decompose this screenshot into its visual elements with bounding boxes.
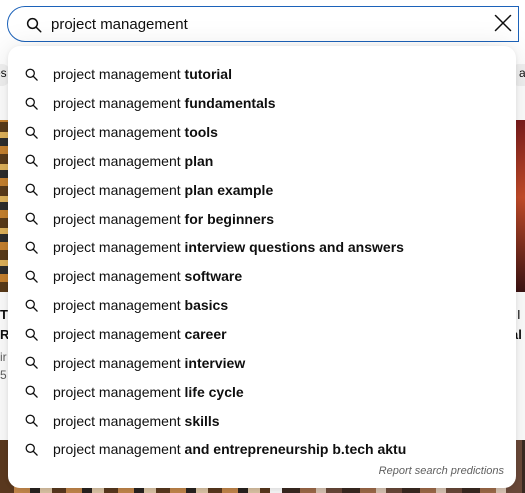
suggestion-item[interactable]: project management fundamentals [8,89,516,118]
suggestion-item[interactable]: project management plan [8,147,516,176]
suggestion-query: project management [53,66,181,83]
suggestion-item[interactable]: project management for beginners [8,204,516,233]
suggestion-query: project management [53,239,181,256]
suggestion-item[interactable]: project management basics [8,291,516,320]
search-icon [24,240,39,255]
suggestion-query: project management [53,326,181,343]
search-icon [24,67,39,82]
suggestion-text: project management plan example [53,182,273,198]
suggestion-text: project management fundamentals [53,95,276,111]
suggestion-completion: skills [184,412,220,429]
search-icon [24,269,39,284]
suggestion-completion: interview [184,354,246,371]
search-icon [24,211,39,226]
suggestion-item[interactable]: project management tutorial [8,60,516,89]
suggestion-query: project management [53,268,181,285]
video-meta-fragment: 5 [0,368,7,382]
suggestion-query: project management [53,383,181,400]
suggestion-text: project management interview questions a… [53,239,404,255]
video-thumbnail[interactable] [515,120,525,292]
search-box [7,6,519,42]
suggestion-text: project management plan [53,153,213,169]
suggestion-query: project management [53,412,181,429]
search-icon [24,327,39,342]
suggestion-item[interactable]: project management life cycle [8,377,516,406]
suggestion-text: project management for beginners [53,211,274,227]
suggestion-query: project management [53,181,181,198]
search-icon [24,96,39,111]
suggestion-completion: plan [184,152,214,169]
suggestion-completion: for beginners [184,210,274,227]
suggestion-text: project management basics [53,297,228,313]
suggestion-completion: tutorial [184,66,232,83]
close-icon [493,13,513,38]
suggestion-query: project management [53,152,181,169]
suggestion-completion: fundamentals [184,95,276,112]
search-icon [24,182,39,197]
suggestion-text: project management interview [53,355,245,371]
search-icon [25,16,43,34]
video-title-fragment[interactable]: I [517,307,521,322]
suggestion-text: project management life cycle [53,384,244,400]
suggestion-item[interactable]: project management skills [8,406,516,435]
suggestion-item[interactable]: project management tools [8,118,516,147]
suggestion-item[interactable]: project management interview questions a… [8,233,516,262]
suggestion-text: project management software [53,268,242,284]
suggestion-text: project management tools [53,124,218,140]
search-icon [24,413,39,428]
search-icon [24,153,39,168]
video-title-fragment[interactable]: T [0,307,8,322]
suggestion-query: project management [53,354,181,371]
suggestion-completion: career [184,326,227,343]
suggestion-item[interactable]: project management career [8,320,516,349]
suggestion-item[interactable]: project management and entrepreneurship … [8,435,516,464]
search-suggestions-dropdown: project management tutorial project manag… [8,46,516,488]
suggestion-query: project management [53,441,181,458]
search-icon [24,298,39,313]
suggestion-completion: tools [184,124,218,141]
suggestion-text: project management and entrepreneurship … [53,441,406,457]
suggestion-item[interactable]: project management software [8,262,516,291]
search-icon [24,442,39,457]
suggestion-completion: plan example [184,181,274,198]
suggestion-query: project management [53,297,181,314]
suggestion-query: project management [53,210,181,227]
video-meta-fragment: ir [0,350,7,364]
suggestion-completion: interview questions and answers [184,239,404,256]
suggestion-item[interactable]: project management plan example [8,175,516,204]
search-icon [24,384,39,399]
suggestion-completion: basics [184,297,229,314]
suggestion-item[interactable]: project management interview [8,348,516,377]
suggestion-completion: software [184,268,243,285]
suggestion-list: project management tutorial project manag… [8,60,516,464]
clear-search-button[interactable] [491,14,515,36]
suggestion-text: project management career [53,326,227,342]
search-icon [24,355,39,370]
report-search-predictions-link[interactable]: Report search predictions [379,465,504,477]
suggestion-query: project management [53,95,181,112]
search-icon [24,125,39,140]
suggestion-completion: and entrepreneurship b.tech aktu [184,441,407,458]
suggestion-query: project management [53,124,181,141]
suggestion-text: project management skills [53,413,220,429]
suggestion-completion: life cycle [184,383,244,400]
search-input[interactable] [51,13,471,35]
suggestion-text: project management tutorial [53,66,232,82]
